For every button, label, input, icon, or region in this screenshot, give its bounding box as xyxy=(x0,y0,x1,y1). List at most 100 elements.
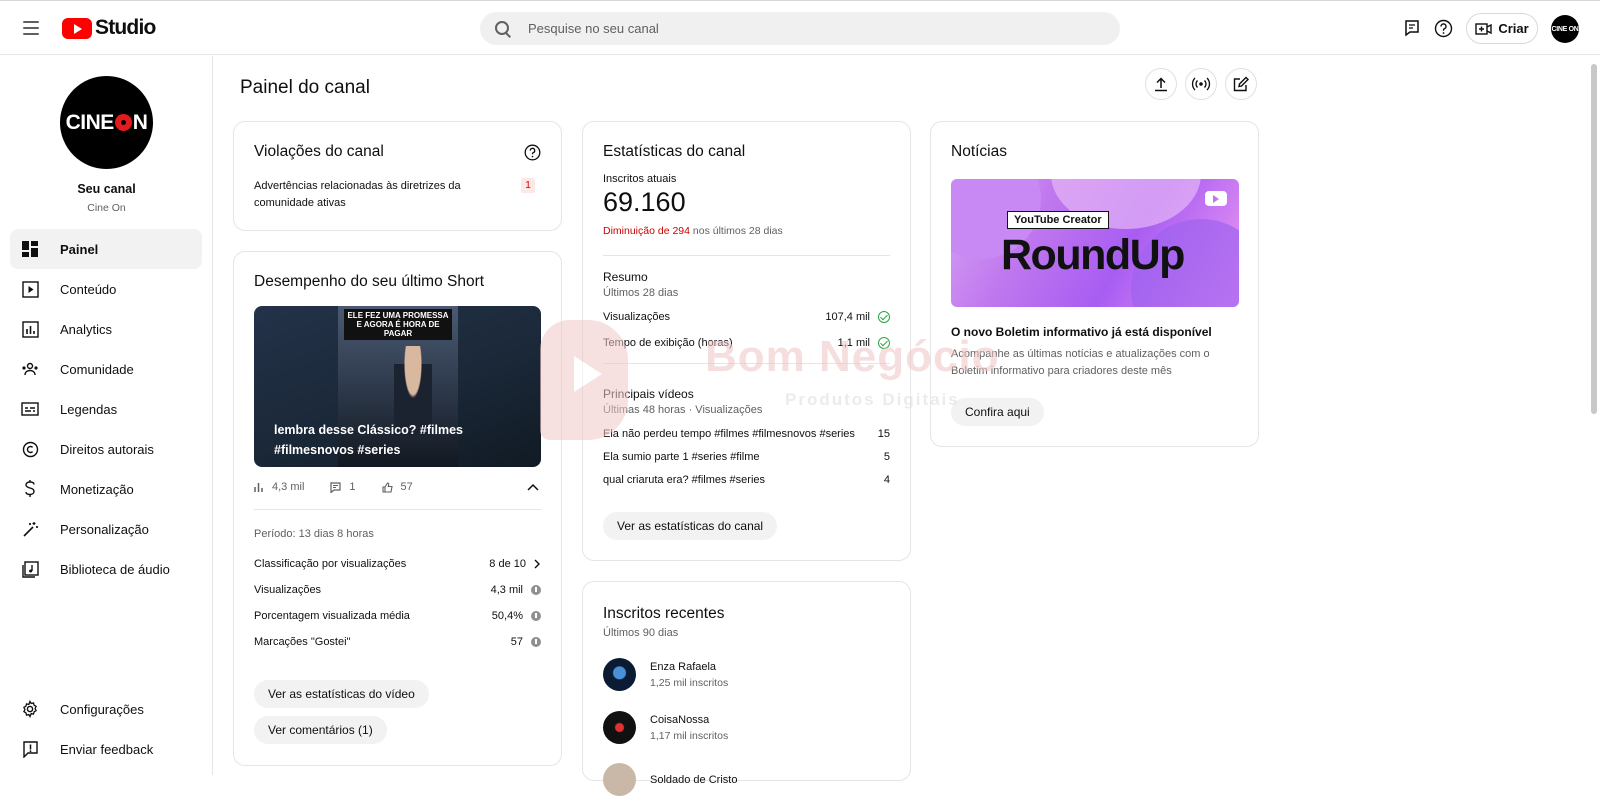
subscriber-name: CoisaNossa xyxy=(650,713,710,726)
top-video-row[interactable]: Ela não perdeu tempo #filmes #filmesnovo… xyxy=(603,428,890,440)
top-video-views: 5 xyxy=(883,451,890,463)
account-avatar[interactable]: CINE ON xyxy=(1551,15,1579,43)
sidebar-item-direitos-autorais[interactable]: Direitos autorais xyxy=(10,429,202,469)
news-check-button[interactable]: Confira aqui xyxy=(951,398,1044,426)
channel-avatar-text: CINE xyxy=(65,110,115,134)
help-icon[interactable] xyxy=(524,144,541,166)
sidebar-item-enviar-feedback[interactable]: Enviar feedback xyxy=(10,729,202,769)
summary-row: Visualizações 107,4 mil xyxy=(603,311,890,324)
banner-title: RoundUp xyxy=(1001,231,1185,279)
top-video-views: 4 xyxy=(883,474,890,486)
subscriber-avatar xyxy=(603,763,636,796)
stat-value: 8 de 10 xyxy=(489,558,526,570)
studio-logo[interactable]: Studio xyxy=(62,16,156,40)
page-title: Painel do canal xyxy=(240,77,370,98)
summary-label: Visualizações xyxy=(603,311,671,324)
info-icon[interactable] xyxy=(531,637,541,648)
chevron-right-icon xyxy=(534,559,540,569)
scrollbar-thumb[interactable] xyxy=(1591,64,1597,414)
top-video-row[interactable]: Ela sumio parte 1 #series #filme 5 xyxy=(603,451,890,463)
divider xyxy=(603,255,890,256)
collapse-chevron-icon[interactable] xyxy=(527,478,539,496)
youtube-logo-icon xyxy=(62,17,92,39)
hamburger-menu-icon[interactable] xyxy=(18,15,44,41)
summary-title: Resumo xyxy=(603,270,648,284)
subscriber-row[interactable]: Soldado de Cristo xyxy=(603,763,737,796)
views-value: 4,3 mil xyxy=(272,481,305,493)
subscriber-name: Enza Rafaela xyxy=(650,660,717,673)
info-icon[interactable] xyxy=(531,611,541,622)
sidebar-item-configuracoes[interactable]: Configurações xyxy=(10,689,202,729)
views-stat: 4,3 mil xyxy=(254,481,304,493)
subscriber-name: Soldado de Cristo xyxy=(650,773,738,786)
subscriber-avatar xyxy=(603,658,636,691)
comments-stat: 1 xyxy=(330,481,356,493)
subs-decrease: Diminuição de 294 xyxy=(603,225,690,237)
check-circle-icon xyxy=(878,311,890,324)
messages-icon[interactable] xyxy=(1401,17,1423,39)
violations-count-badge: 1 xyxy=(521,178,535,193)
sidebar-item-personalizacao[interactable]: Personalização xyxy=(10,509,202,549)
short-stat-row: Porcentagem visualizada média 50,4% xyxy=(254,610,541,622)
subs-change: Diminuição de 294 nos últimos 28 dias xyxy=(603,225,783,237)
top-video-title: Ela sumio parte 1 #series #filme xyxy=(603,451,760,463)
view-channel-stats-button[interactable]: Ver as estatísticas do canal xyxy=(603,512,778,540)
short-stat-row: Visualizações 4,3 mil xyxy=(254,584,541,596)
feedback-icon xyxy=(20,739,40,759)
create-video-icon xyxy=(1475,22,1493,35)
help-icon[interactable] xyxy=(1432,17,1454,39)
view-comments-button[interactable]: Ver comentários (1) xyxy=(254,716,387,744)
subscriber-row[interactable]: CoisaNossa 1,17 mil inscritos xyxy=(603,711,728,744)
sidebar-item-painel[interactable]: Painel xyxy=(10,229,202,269)
stat-label: Porcentagem visualizada média xyxy=(254,610,410,622)
subscriber-avatar xyxy=(603,711,636,744)
short-stat-row[interactable]: Classificação por visualizações 8 de 10 xyxy=(254,558,541,570)
logo-text: Studio xyxy=(95,16,156,39)
sidebar-item-comunidade[interactable]: Comunidade xyxy=(10,349,202,389)
news-banner-image[interactable]: YouTube Creator RoundUp xyxy=(951,179,1239,307)
content-icon xyxy=(20,279,40,299)
dashboard-icon xyxy=(20,239,40,259)
channel-title: Seu canal xyxy=(77,182,136,196)
page-scrollbar[interactable] xyxy=(1588,56,1600,775)
short-period: Período: 13 dias 8 horas xyxy=(254,528,374,540)
info-icon[interactable] xyxy=(531,585,541,596)
sidebar-item-label: Conteúdo xyxy=(60,281,117,297)
go-live-button[interactable] xyxy=(1185,68,1217,100)
youtube-logo-icon xyxy=(1205,191,1227,206)
summary-row: Tempo de exibição (horas) 1,1 mil xyxy=(603,337,890,350)
banner-tag: YouTube Creator xyxy=(1007,211,1109,229)
search-input[interactable] xyxy=(528,21,1088,36)
create-button[interactable]: Criar xyxy=(1466,13,1538,44)
sidebar-item-monetizacao[interactable]: Monetização xyxy=(10,469,202,509)
news-title: Notícias xyxy=(951,143,1007,160)
subscriber-row[interactable]: Enza Rafaela 1,25 mil inscritos xyxy=(603,658,728,691)
news-headline: O novo Boletim informativo já está dispo… xyxy=(951,325,1212,339)
top-video-row[interactable]: qual criaruta era? #filmes #series 4 xyxy=(603,474,890,486)
sidebar-item-label: Direitos autorais xyxy=(60,441,154,457)
likes-value: 57 xyxy=(400,481,413,493)
sidebar-item-label: Enviar feedback xyxy=(60,741,154,757)
upload-button[interactable] xyxy=(1145,68,1177,100)
sidebar-item-label: Personalização xyxy=(60,521,149,537)
stat-value: 4,3 mil xyxy=(490,584,523,596)
recent-subscribers-card: Inscritos recentes Últimos 90 dias Enza … xyxy=(582,581,911,796)
channel-avatar[interactable]: CINE N xyxy=(60,76,153,169)
sidebar-nav: Painel Conteúdo Analytics Comunidade Leg… xyxy=(10,229,202,589)
search-icon[interactable] xyxy=(495,20,511,37)
view-video-stats-button[interactable]: Ver as estatísticas do vídeo xyxy=(254,680,429,708)
sidebar-item-biblioteca-de-audio[interactable]: Biblioteca de áudio xyxy=(10,549,202,589)
search-bar[interactable] xyxy=(480,12,1120,45)
sidebar-item-conteudo[interactable]: Conteúdo xyxy=(10,269,202,309)
subs-value: 69.160 xyxy=(603,187,686,217)
create-post-button[interactable] xyxy=(1225,68,1257,100)
thumbs-up-icon xyxy=(381,481,393,493)
short-thumbnail[interactable]: ELE FEZ UMA PROMESSA E AGORA É HORA DE P… xyxy=(254,306,541,467)
live-icon xyxy=(1191,77,1211,91)
sidebar-item-legendas[interactable]: Legendas xyxy=(10,389,202,429)
channel-name: Cine On xyxy=(87,202,126,214)
sidebar: CINE N Seu canal Cine On Painel Conteúdo … xyxy=(0,56,213,775)
stat-label: Marcações "Gostei" xyxy=(254,636,351,648)
sidebar-item-analytics[interactable]: Analytics xyxy=(10,309,202,349)
monetization-icon xyxy=(20,479,40,499)
